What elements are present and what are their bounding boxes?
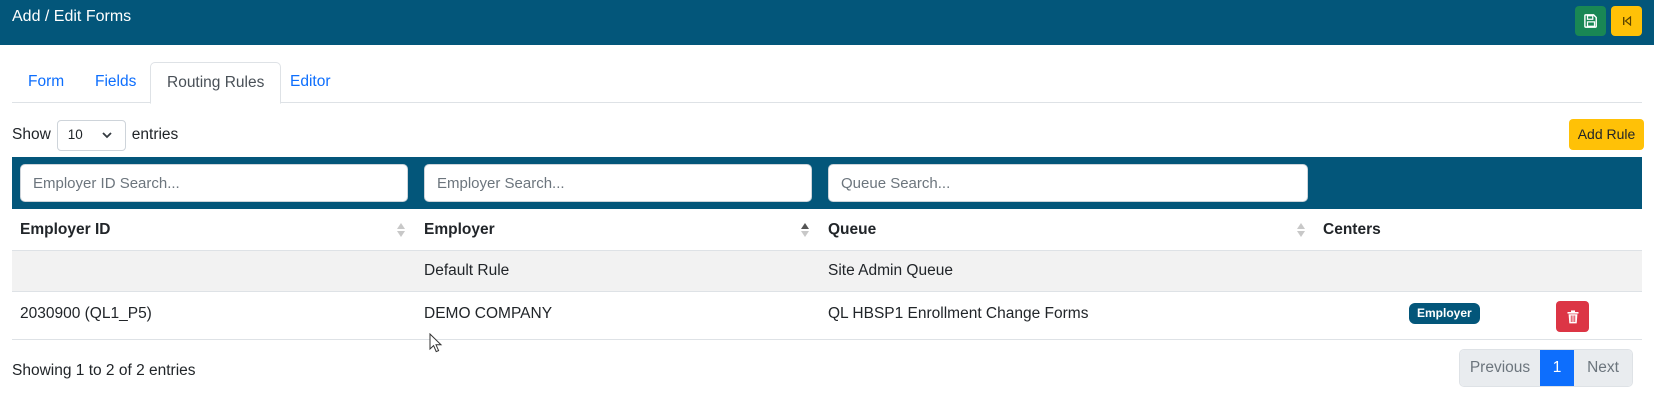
next-page-button[interactable]: Next: [1574, 350, 1632, 386]
employer-cell: DEMO COMPANY: [424, 305, 553, 322]
table-row[interactable]: Default Rule Site Admin Queue: [12, 251, 1642, 292]
table-header: Employer ID Employer Queue Centers: [12, 209, 1642, 251]
entries-select-value: 10: [67, 126, 83, 142]
queue-cell: QL HBSP1 Enrollment Change Forms: [828, 305, 1089, 322]
mouse-pointer-icon: [429, 333, 443, 353]
sort-both-icon: [1297, 223, 1305, 237]
queue-cell: Site Admin Queue: [828, 262, 953, 279]
search-filter-bar: [12, 157, 1642, 209]
page-title: Add / Edit Forms: [12, 8, 132, 25]
tab-bar: Form Fields Routing Rules Editor: [12, 62, 1642, 104]
column-header-employer[interactable]: Employer: [424, 209, 495, 251]
table-row[interactable]: 2030900 (QL1_P5) DEMO COMPANY QL HBSP1 E…: [12, 292, 1642, 340]
column-header-queue[interactable]: Queue: [828, 209, 876, 251]
save-icon: [1583, 14, 1597, 28]
entries-length-control: Show 10 entries: [12, 119, 178, 151]
table-info-text: Showing 1 to 2 of 2 entries: [12, 362, 196, 379]
employer-cell: Default Rule: [424, 262, 510, 279]
employer-id-search-input[interactable]: [20, 164, 408, 202]
page-1-button[interactable]: 1: [1540, 350, 1574, 386]
tab-editor[interactable]: Editor: [274, 62, 347, 103]
back-to-start-icon: [1622, 16, 1631, 26]
column-header-employer-id[interactable]: Employer ID: [20, 209, 110, 251]
entries-select[interactable]: 10: [56, 119, 126, 151]
entries-label: entries: [131, 126, 179, 143]
queue-search-input[interactable]: [828, 164, 1308, 202]
chevron-down-icon: [102, 131, 112, 138]
employer-search-input[interactable]: [424, 164, 812, 202]
sort-both-icon: [397, 223, 405, 237]
column-header-centers: Centers: [1323, 221, 1381, 238]
back-button[interactable]: [1611, 6, 1642, 36]
show-label: Show: [12, 126, 51, 143]
previous-page-button[interactable]: Previous: [1460, 350, 1540, 386]
sort-ascending-icon: [801, 223, 809, 237]
tab-form[interactable]: Form: [12, 62, 80, 103]
center-badge: Employer: [1409, 303, 1480, 324]
add-rule-button[interactable]: Add Rule: [1569, 119, 1644, 150]
employer-id-cell: 2030900 (QL1_P5): [20, 305, 152, 322]
delete-rule-button[interactable]: [1556, 301, 1589, 332]
trash-icon: [1567, 309, 1578, 323]
tab-routing-rules[interactable]: Routing Rules: [150, 62, 282, 104]
pagination: Previous 1 Next: [1459, 349, 1633, 387]
tab-fields[interactable]: Fields: [79, 62, 152, 103]
save-button[interactable]: [1575, 6, 1606, 36]
header-bar: Add / Edit Forms: [0, 0, 1654, 45]
